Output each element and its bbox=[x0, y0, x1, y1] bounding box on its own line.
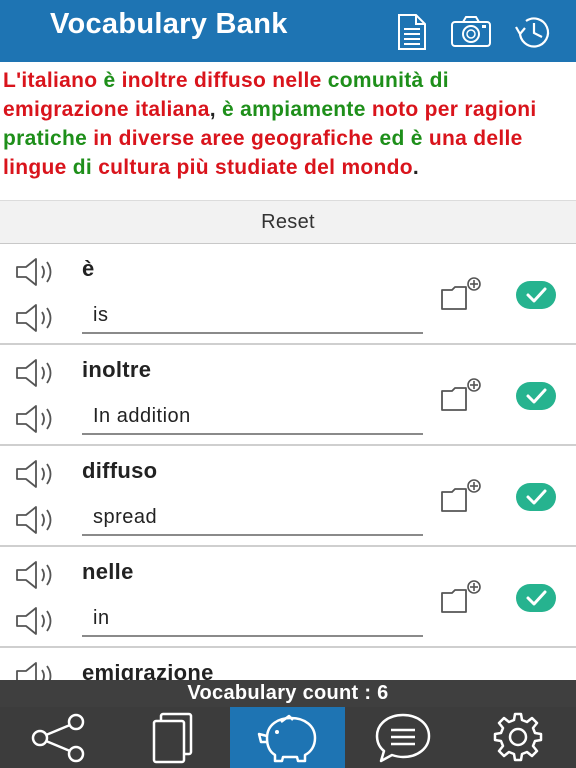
checkmark-icon bbox=[526, 590, 547, 606]
cards-icon bbox=[152, 712, 192, 763]
passage-word[interactable]: emigrazione bbox=[3, 98, 129, 121]
passage-word[interactable]: delle bbox=[473, 127, 522, 150]
passage-word[interactable]: è bbox=[411, 127, 423, 150]
chat-icon bbox=[375, 713, 430, 762]
speaker-icon[interactable] bbox=[14, 358, 60, 388]
passage-word: . bbox=[412, 156, 420, 179]
passage-word[interactable]: inoltre bbox=[122, 69, 188, 92]
passage-word[interactable]: del bbox=[304, 156, 335, 179]
translation-text: in bbox=[93, 607, 110, 629]
vocab-word: è bbox=[82, 256, 95, 281]
passage-word[interactable]: ragioni bbox=[464, 98, 536, 121]
passage-word[interactable]: noto bbox=[372, 98, 419, 121]
passage-word[interactable]: nelle bbox=[272, 69, 321, 92]
passage-word[interactable]: più bbox=[176, 156, 208, 179]
add-folder-icon[interactable] bbox=[440, 377, 484, 413]
translation-field[interactable]: is bbox=[82, 298, 423, 334]
vocab-word: nelle bbox=[82, 559, 134, 584]
passage-word[interactable]: cultura bbox=[98, 156, 170, 179]
passage-word[interactable]: lingue bbox=[3, 156, 67, 179]
add-folder-icon[interactable] bbox=[440, 276, 484, 312]
speaker-icon[interactable] bbox=[14, 606, 60, 636]
translation-field[interactable]: In addition bbox=[82, 399, 423, 435]
tab-vocabulary-bank[interactable] bbox=[230, 707, 345, 768]
check-button[interactable] bbox=[516, 483, 556, 511]
passage-word[interactable]: è bbox=[103, 69, 115, 92]
document-icon[interactable] bbox=[392, 12, 434, 52]
passage-word[interactable]: diffuso bbox=[194, 69, 266, 92]
passage-word[interactable]: di bbox=[73, 156, 92, 179]
add-folder-icon[interactable] bbox=[440, 579, 484, 615]
passage-word[interactable]: geografiche bbox=[251, 127, 373, 150]
reset-label: Reset bbox=[261, 211, 315, 233]
translation-field[interactable]: spread bbox=[82, 500, 423, 536]
speaker-icon[interactable] bbox=[14, 257, 60, 287]
tab-settings[interactable] bbox=[460, 707, 575, 768]
passage-word[interactable]: di bbox=[430, 69, 449, 92]
passage-word[interactable]: L' bbox=[3, 69, 21, 92]
passage-word[interactable]: è bbox=[222, 98, 234, 121]
vocab-word: diffuso bbox=[82, 458, 158, 483]
top-bar: Vocabulary Bank bbox=[0, 0, 576, 62]
tab-chat[interactable] bbox=[345, 707, 460, 768]
check-button[interactable] bbox=[516, 281, 556, 309]
vocabulary-list[interactable]: è is inoltre In addition diffuso spread … bbox=[0, 244, 576, 680]
vocabulary-count: Vocabulary count : 6 bbox=[187, 682, 389, 704]
speaker-icon[interactable] bbox=[14, 505, 60, 535]
passage-word[interactable]: ampiamente bbox=[240, 98, 366, 121]
piggy-bank-icon bbox=[257, 714, 316, 762]
bottom-tab-bar bbox=[0, 707, 576, 768]
passage-text[interactable]: L'italiano è inoltre diffuso nelle comun… bbox=[0, 62, 576, 200]
passage-word[interactable]: comunità bbox=[328, 69, 424, 92]
passage-word[interactable]: una bbox=[429, 127, 467, 150]
translation-text: spread bbox=[93, 506, 158, 528]
history-icon[interactable] bbox=[512, 12, 554, 52]
share-icon bbox=[31, 713, 84, 762]
tab-cards[interactable] bbox=[115, 707, 230, 768]
page-title: Vocabulary Bank bbox=[50, 8, 288, 40]
speaker-icon[interactable] bbox=[14, 661, 60, 680]
camera-icon[interactable] bbox=[450, 12, 492, 52]
vocab-row: nelle in bbox=[0, 547, 576, 648]
passage-word[interactable]: italiana bbox=[135, 98, 210, 121]
speaker-icon[interactable] bbox=[14, 303, 60, 333]
speaker-icon[interactable] bbox=[14, 404, 60, 434]
passage-word[interactable]: aree bbox=[200, 127, 244, 150]
vocab-word: inoltre bbox=[82, 357, 152, 382]
vocab-row: inoltre In addition bbox=[0, 345, 576, 446]
checkmark-icon bbox=[526, 489, 547, 505]
passage-word[interactable]: mondo bbox=[341, 156, 412, 179]
vocab-row: emigrazione bbox=[0, 648, 576, 680]
translation-field[interactable]: in bbox=[82, 601, 423, 637]
passage-word[interactable]: italiano bbox=[21, 69, 97, 92]
translation-text: is bbox=[93, 304, 109, 326]
passage-word[interactable]: diverse bbox=[119, 127, 195, 150]
passage-word: , bbox=[209, 98, 223, 121]
passage-word[interactable]: ed bbox=[379, 127, 404, 150]
vocabulary-count-bar: Vocabulary count : 6 bbox=[0, 680, 576, 707]
check-button[interactable] bbox=[516, 382, 556, 410]
vocab-row: diffuso spread bbox=[0, 446, 576, 547]
reset-button[interactable]: Reset bbox=[0, 200, 576, 244]
speaker-icon[interactable] bbox=[14, 560, 60, 590]
vocab-word: emigrazione bbox=[82, 660, 214, 680]
tab-share[interactable] bbox=[0, 707, 115, 768]
passage-word[interactable]: in bbox=[93, 127, 112, 150]
checkmark-icon bbox=[526, 287, 547, 303]
passage-word[interactable]: studiate bbox=[215, 156, 298, 179]
speaker-icon[interactable] bbox=[14, 459, 60, 489]
check-button[interactable] bbox=[516, 584, 556, 612]
add-folder-icon[interactable] bbox=[440, 478, 484, 514]
translation-text: In addition bbox=[93, 405, 191, 427]
settings-icon bbox=[493, 712, 542, 761]
checkmark-icon bbox=[526, 388, 547, 404]
vocab-row: è is bbox=[0, 244, 576, 345]
passage-word[interactable]: pratiche bbox=[3, 127, 87, 150]
passage-word[interactable]: per bbox=[425, 98, 459, 121]
